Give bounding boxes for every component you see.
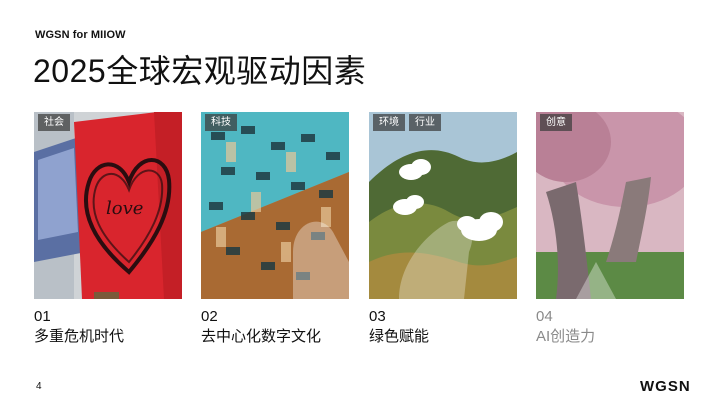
driver-card-creativity[interactable]: 创意 04 AI创造力 bbox=[536, 112, 684, 346]
tag: 环境 bbox=[373, 114, 405, 131]
card-label: 多重危机时代 bbox=[34, 328, 125, 345]
svg-text:love: love bbox=[106, 198, 143, 219]
driver-cards: love 社会 01 多重危机时代 科技 02 去中心化数字文化 环境 行业 0… bbox=[34, 112, 684, 352]
brand-top: WGSN for MIIOW bbox=[35, 29, 126, 41]
tag: 社会 bbox=[38, 114, 70, 131]
green-hills-clouds-render: 环境 行业 bbox=[369, 112, 517, 299]
card-label: AI创造力 bbox=[536, 328, 596, 345]
tag: 创意 bbox=[540, 114, 572, 131]
driver-card-environment[interactable]: 环境 行业 03 绿色赋能 bbox=[369, 112, 517, 346]
digital-blocks-render: 科技 bbox=[201, 112, 349, 299]
wgsn-logo: WGSN bbox=[640, 378, 691, 395]
card-number: 04 bbox=[536, 308, 553, 325]
page-number: 4 bbox=[36, 381, 42, 392]
card-number: 01 bbox=[34, 308, 51, 325]
pink-tree-render: 创意 bbox=[536, 112, 684, 299]
tag: 科技 bbox=[205, 114, 237, 131]
driver-card-society[interactable]: love 社会 01 多重危机时代 bbox=[34, 112, 182, 346]
page-title: 2025全球宏观驱动因素 bbox=[33, 53, 367, 89]
driver-card-technology[interactable]: 科技 02 去中心化数字文化 bbox=[201, 112, 349, 346]
love-heart-sign-photo: love 社会 bbox=[34, 112, 182, 299]
card-label: 去中心化数字文化 bbox=[201, 328, 322, 345]
card-label: 绿色赋能 bbox=[369, 328, 430, 345]
tag: 行业 bbox=[409, 114, 441, 131]
card-number: 02 bbox=[201, 308, 218, 325]
card-number: 03 bbox=[369, 308, 386, 325]
